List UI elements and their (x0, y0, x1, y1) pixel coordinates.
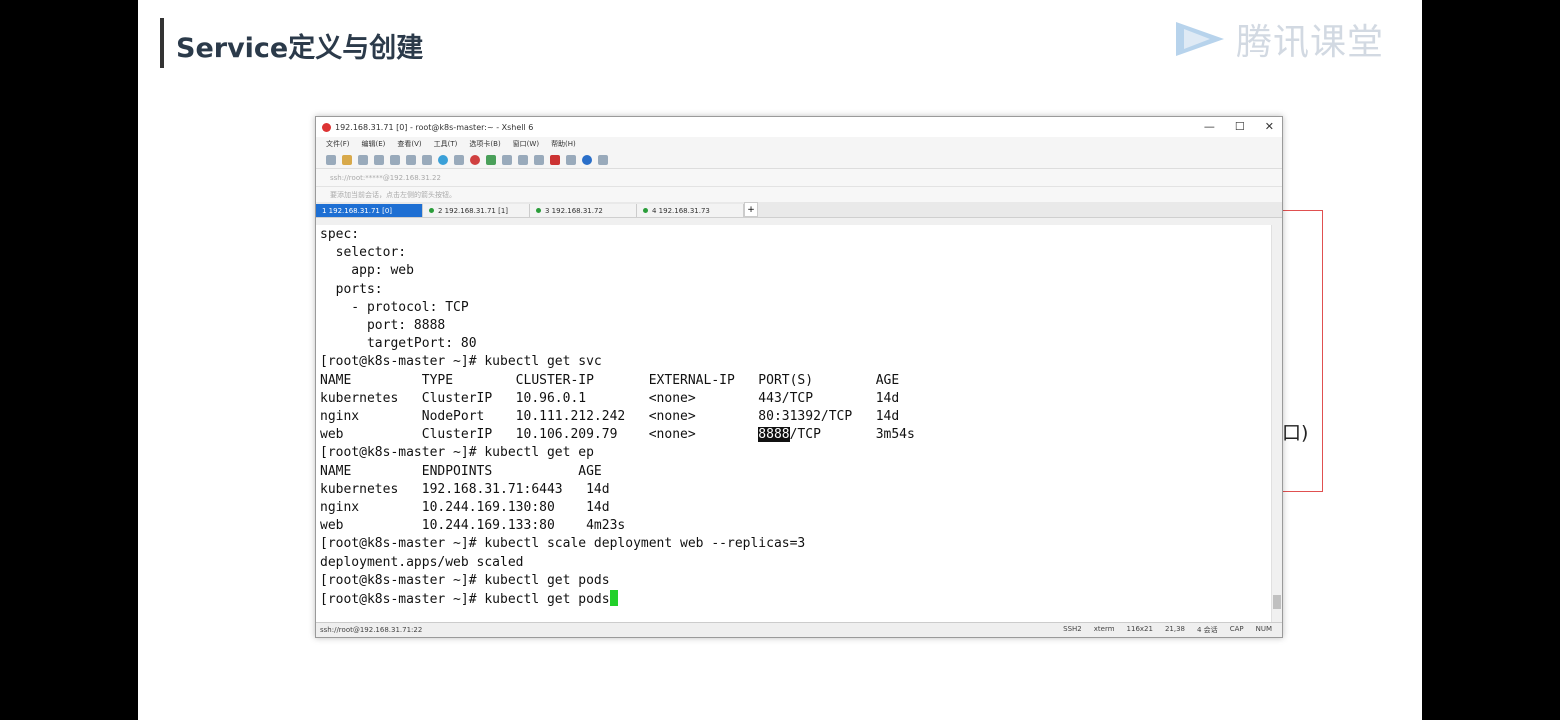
highlighted-port: 8888 (758, 427, 790, 443)
connected-dot-icon (643, 208, 648, 213)
menu-file[interactable]: 文件(F) (326, 139, 350, 149)
menu-tools[interactable]: 工具(T) (434, 139, 458, 149)
window-title: 192.168.31.71 [0] - root@k8s-master:~ - … (335, 122, 534, 132)
web-row-prefix: web ClusterIP 10.106.209.79 <none> (320, 427, 759, 443)
tencent-classroom-logo: 腾讯课堂 (1170, 12, 1384, 66)
side-text: 口) (1282, 422, 1309, 444)
highlight-icon[interactable] (550, 154, 560, 165)
menu-bar: 文件(F) 编辑(E) 查看(V) 工具(T) 选项卡(B) 窗口(W) 帮助(… (316, 137, 1282, 151)
fullscreen-icon[interactable] (502, 154, 512, 165)
copy-icon[interactable] (358, 154, 368, 165)
title-accent-bar (160, 18, 164, 68)
maximize-button[interactable]: ☐ (1235, 120, 1245, 133)
session-tab-bar: 1 192.168.31.71 [0] 2 192.168.31.71 [1] … (316, 202, 1282, 218)
hint-text: 要添加当前会话，点击左侧的箭头按钮。 (330, 190, 456, 199)
properties-icon[interactable] (390, 154, 400, 165)
slide-title: Service定义与创建 (176, 33, 424, 64)
scrollbar-thumb[interactable] (1273, 595, 1281, 609)
menu-view[interactable]: 查看(V) (397, 139, 421, 149)
logo-text: 腾讯课堂 (1236, 22, 1385, 63)
connected-dot-icon (429, 208, 434, 213)
lock-icon[interactable] (518, 154, 528, 165)
status-caps: CAP (1229, 625, 1244, 633)
status-protocol: SSH2 (1063, 625, 1082, 633)
status-num: NUM (1255, 625, 1272, 633)
terminal-scrollbar[interactable] (1271, 225, 1282, 622)
session-hint-bar: 要添加当前会话，点击左侧的箭头按钮。 (316, 187, 1282, 202)
add-tab-button[interactable]: + (744, 202, 758, 217)
help-icon[interactable] (582, 154, 592, 165)
web-row-suffix: /TCP 3m54s (789, 427, 915, 443)
session-tab-3[interactable]: 3 192.168.31.72 (530, 204, 637, 217)
menu-tabs[interactable]: 选项卡(B) (469, 139, 500, 149)
close-button[interactable]: ✕ (1265, 120, 1274, 133)
paste-icon[interactable] (374, 154, 384, 165)
chat-icon[interactable] (598, 154, 608, 165)
red-callout-box (1276, 210, 1323, 492)
xshell-app-icon (322, 122, 331, 132)
record-icon[interactable] (470, 154, 480, 165)
menu-window[interactable]: 窗口(W) (513, 139, 539, 149)
session-tab-4[interactable]: 4 192.168.31.73 (637, 204, 744, 217)
session-tab-label: 2 192.168.31.71 [1] (438, 206, 509, 215)
new-session-icon[interactable] (326, 154, 336, 165)
terminal-cursor (609, 590, 618, 607)
connected-dot-icon (536, 208, 541, 213)
layout-icon[interactable] (566, 154, 576, 165)
status-size: 116x21 (1126, 625, 1153, 633)
script-icon[interactable] (486, 154, 496, 165)
play-logo-icon (1176, 22, 1224, 56)
address-text: ssh://root:*****@192.168.31.22 (330, 173, 441, 182)
window-titlebar: 192.168.31.71 [0] - root@k8s-master:~ - … (316, 117, 1282, 137)
status-bar: ssh://root@192.168.31.71:22 SSH2 xterm 1… (316, 622, 1282, 637)
status-sessions: 4 会话 (1197, 626, 1218, 634)
status-connection: ssh://root@192.168.31.71:22 (320, 626, 423, 634)
session-tab-label: 1 192.168.31.71 [0] (322, 206, 393, 215)
transfer-icon[interactable] (422, 154, 432, 165)
status-cursor-pos: 21,38 (1164, 625, 1185, 633)
terminal-prompt-line: [root@k8s-master ~]# kubectl get pods (320, 592, 610, 608)
toolbar (316, 151, 1282, 169)
terminal-text: spec: selector: app: web ports: - protoc… (316, 225, 1272, 609)
status-terminal-type: xterm (1093, 625, 1115, 633)
globe-icon[interactable] (438, 154, 448, 165)
menu-edit[interactable]: 编辑(E) (362, 139, 386, 149)
terminal-lines-after: [root@k8s-master ~]# kubectl get ep NAME… (320, 445, 806, 588)
session-tab-2[interactable]: 2 192.168.31.71 [1] (423, 204, 530, 217)
find-icon[interactable] (406, 154, 416, 165)
session-tab-label: 3 192.168.31.72 (545, 206, 603, 215)
font-icon[interactable] (454, 154, 464, 165)
xshell-window: 192.168.31.71 [0] - root@k8s-master:~ - … (315, 116, 1283, 638)
session-tab-1[interactable]: 1 192.168.31.71 [0] (316, 204, 423, 217)
keyboard-icon[interactable] (534, 154, 544, 165)
menu-help[interactable]: 帮助(H) (551, 139, 576, 149)
address-bar[interactable]: ssh://root:*****@192.168.31.22 (316, 169, 1282, 187)
open-folder-icon[interactable] (342, 154, 352, 165)
terminal-output[interactable]: spec: selector: app: web ports: - protoc… (316, 225, 1272, 622)
minimize-button[interactable]: — (1204, 120, 1215, 133)
session-tab-label: 4 192.168.31.73 (652, 206, 710, 215)
terminal-lines-before: spec: selector: app: web ports: - protoc… (320, 227, 900, 425)
